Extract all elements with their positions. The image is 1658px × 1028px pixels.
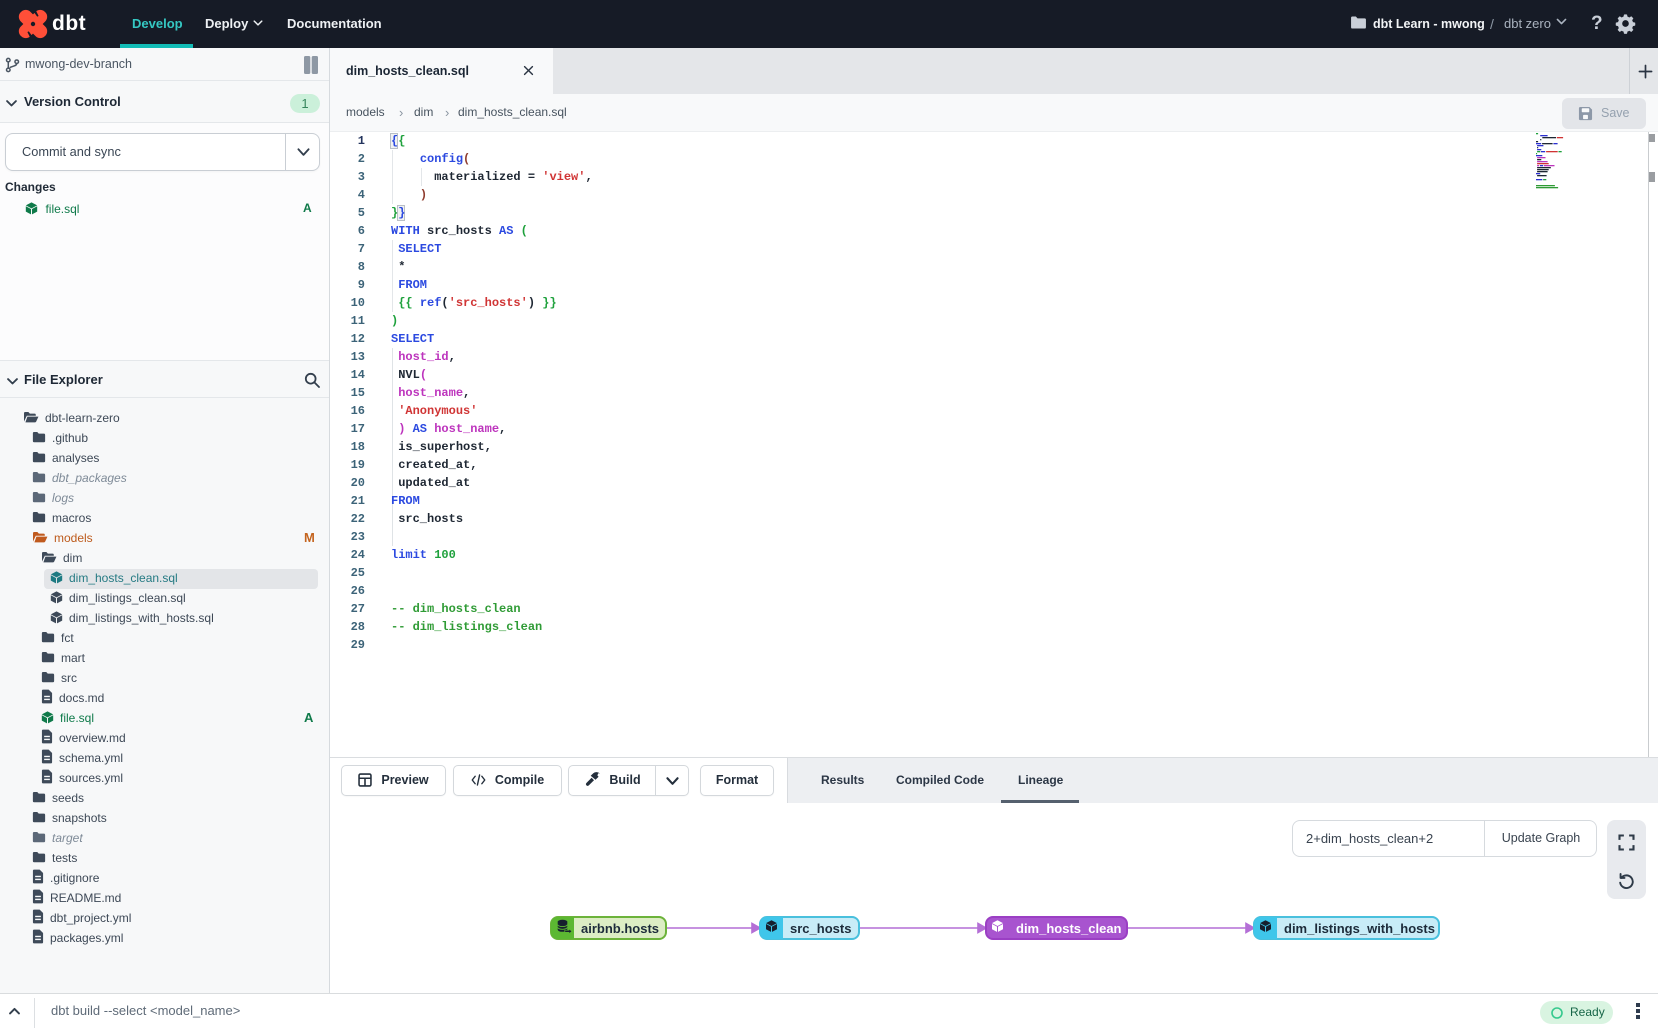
- svg-text:dim_hosts_clean: dim_hosts_clean: [1016, 921, 1122, 936]
- svg-text:airbnb.hosts: airbnb.hosts: [581, 921, 659, 936]
- svg-text:dim_listings_with_hosts: dim_listings_with_hosts: [1284, 921, 1435, 936]
- svg-text:src_hosts: src_hosts: [790, 921, 851, 936]
